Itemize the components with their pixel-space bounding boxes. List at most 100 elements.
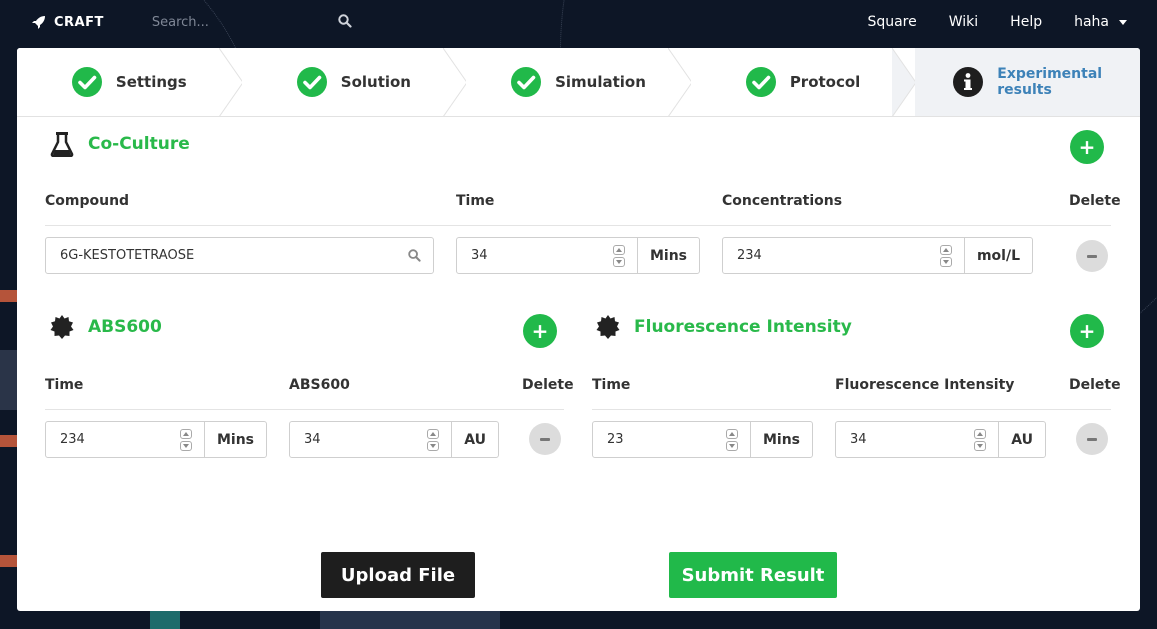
- info-circle-icon: [953, 67, 984, 97]
- step-divider: [667, 48, 692, 117]
- top-navbar: CRAFT Square Wiki Help haha: [0, 0, 1157, 44]
- fluorescence-value-field[interactable]: 34 AU: [835, 421, 1046, 458]
- coculture-header-delete: Delete: [1069, 193, 1121, 209]
- minus-icon: [1087, 254, 1097, 258]
- fluorescence-header-delete: Delete: [1069, 377, 1121, 393]
- coculture-header-compound: Compound: [45, 193, 130, 209]
- search-input[interactable]: [151, 8, 352, 36]
- minus-icon: [1087, 437, 1097, 441]
- step-label-line1: Experimental: [997, 66, 1103, 82]
- fluorescence-time-field[interactable]: 23 Mins: [592, 421, 813, 458]
- coculture-section-title: Co-Culture: [50, 131, 190, 157]
- step-simulation[interactable]: Simulation: [466, 48, 692, 117]
- step-settings[interactable]: Settings: [17, 48, 243, 117]
- compound-value: 6G-KESTOTETRAOSE: [60, 248, 195, 263]
- step-solution[interactable]: Solution: [241, 48, 468, 117]
- plus-icon: +: [1078, 135, 1096, 159]
- flask-icon: [50, 132, 74, 157]
- caret-down-icon: [1119, 19, 1127, 25]
- upload-file-button[interactable]: Upload File: [321, 552, 475, 598]
- fluorescence-title: Fluorescence Intensity: [634, 317, 852, 337]
- number-stepper[interactable]: [939, 244, 952, 267]
- unit-label: AU: [451, 422, 498, 457]
- brand-name: CRAFT: [54, 14, 104, 30]
- step-divider: [218, 48, 243, 117]
- compound-search-field[interactable]: 6G-KESTOTETRAOSE: [45, 237, 434, 274]
- minus-icon: [540, 437, 550, 441]
- badge-icon: [50, 315, 74, 339]
- add-fluorescence-button[interactable]: +: [1070, 314, 1104, 348]
- nav-help-link[interactable]: Help: [1010, 14, 1042, 30]
- search-icon[interactable]: [408, 249, 421, 262]
- delete-fluorescence-row-button[interactable]: [1076, 423, 1108, 455]
- user-menu[interactable]: haha: [1074, 14, 1127, 30]
- plus-icon: +: [1078, 319, 1096, 343]
- submit-result-button[interactable]: Submit Result: [669, 552, 837, 598]
- concentration-value: 234: [737, 248, 762, 263]
- step-wizard: Settings Solution Simulation Protocol Ex…: [17, 48, 1140, 117]
- fluorescence-value: 34: [850, 432, 867, 447]
- coculture-header-time: Time: [456, 193, 495, 209]
- fluorescence-time-value: 23: [607, 432, 624, 447]
- plus-icon: +: [531, 319, 549, 343]
- abs600-time-value: 234: [60, 432, 85, 447]
- check-circle-icon: [71, 67, 102, 97]
- step-label-line2: results: [997, 82, 1052, 98]
- search-box: [151, 8, 352, 36]
- unit-label: AU: [998, 422, 1045, 457]
- unit-label: Mins: [749, 422, 812, 457]
- abs600-value: 34: [304, 432, 321, 447]
- unit-label: mol/L: [963, 238, 1032, 273]
- coculture-time-field[interactable]: 34 Mins: [456, 237, 700, 274]
- step-label: Simulation: [555, 73, 646, 91]
- delete-abs600-row-button[interactable]: [529, 423, 561, 455]
- nav-square-link[interactable]: Square: [867, 14, 916, 30]
- user-name: haha: [1074, 14, 1109, 30]
- abs600-header-value: ABS600: [289, 377, 350, 393]
- unit-label: Mins: [636, 238, 699, 273]
- rocket-icon: [32, 16, 45, 29]
- abs600-header-time: Time: [45, 377, 84, 393]
- add-coculture-button[interactable]: +: [1070, 130, 1104, 164]
- check-circle-icon: [511, 67, 542, 97]
- step-label: Protocol: [789, 73, 861, 91]
- fluorescence-header-time: Time: [592, 377, 631, 393]
- experimental-results-card: Settings Solution Simulation Protocol Ex…: [17, 48, 1140, 611]
- nav-wiki-link[interactable]: Wiki: [949, 14, 978, 30]
- check-circle-icon: [745, 67, 776, 97]
- step-experimental-results[interactable]: Experimental results: [915, 48, 1140, 116]
- step-label: Experimental results: [997, 66, 1102, 98]
- step-divider: [892, 48, 917, 117]
- abs600-title: ABS600: [88, 317, 162, 337]
- number-stepper[interactable]: [427, 428, 440, 451]
- search-icon[interactable]: [338, 14, 352, 28]
- delete-coculture-row-button[interactable]: [1076, 240, 1108, 272]
- number-stepper[interactable]: [725, 428, 738, 451]
- add-abs600-button[interactable]: +: [523, 314, 557, 348]
- nav-links: Square Wiki Help haha: [835, 14, 1127, 30]
- coculture-title: Co-Culture: [88, 134, 190, 154]
- concentration-field[interactable]: 234 mol/L: [722, 237, 1033, 274]
- fluorescence-section-title: Fluorescence Intensity: [596, 315, 852, 339]
- number-stepper[interactable]: [974, 428, 987, 451]
- step-divider: [443, 48, 468, 117]
- coculture-header-concentrations: Concentrations: [722, 193, 843, 209]
- brand-link[interactable]: CRAFT: [32, 15, 104, 30]
- step-label: Solution: [340, 73, 411, 91]
- badge-icon: [596, 315, 620, 339]
- abs600-header-delete: Delete: [522, 377, 574, 393]
- abs600-value-field[interactable]: 34 AU: [289, 421, 499, 458]
- coculture-time-value: 34: [471, 248, 488, 263]
- divider: [45, 225, 1111, 226]
- step-protocol[interactable]: Protocol: [690, 48, 917, 117]
- step-label: Settings: [115, 73, 187, 91]
- number-stepper[interactable]: [612, 244, 625, 267]
- number-stepper[interactable]: [179, 428, 192, 451]
- divider: [592, 409, 1111, 410]
- divider: [45, 409, 564, 410]
- fluorescence-header-value: Fluorescence Intensity: [835, 377, 1015, 393]
- abs600-section-title: ABS600: [50, 315, 162, 339]
- abs600-time-field[interactable]: 234 Mins: [45, 421, 267, 458]
- unit-label: Mins: [203, 422, 266, 457]
- check-circle-icon: [296, 67, 327, 97]
